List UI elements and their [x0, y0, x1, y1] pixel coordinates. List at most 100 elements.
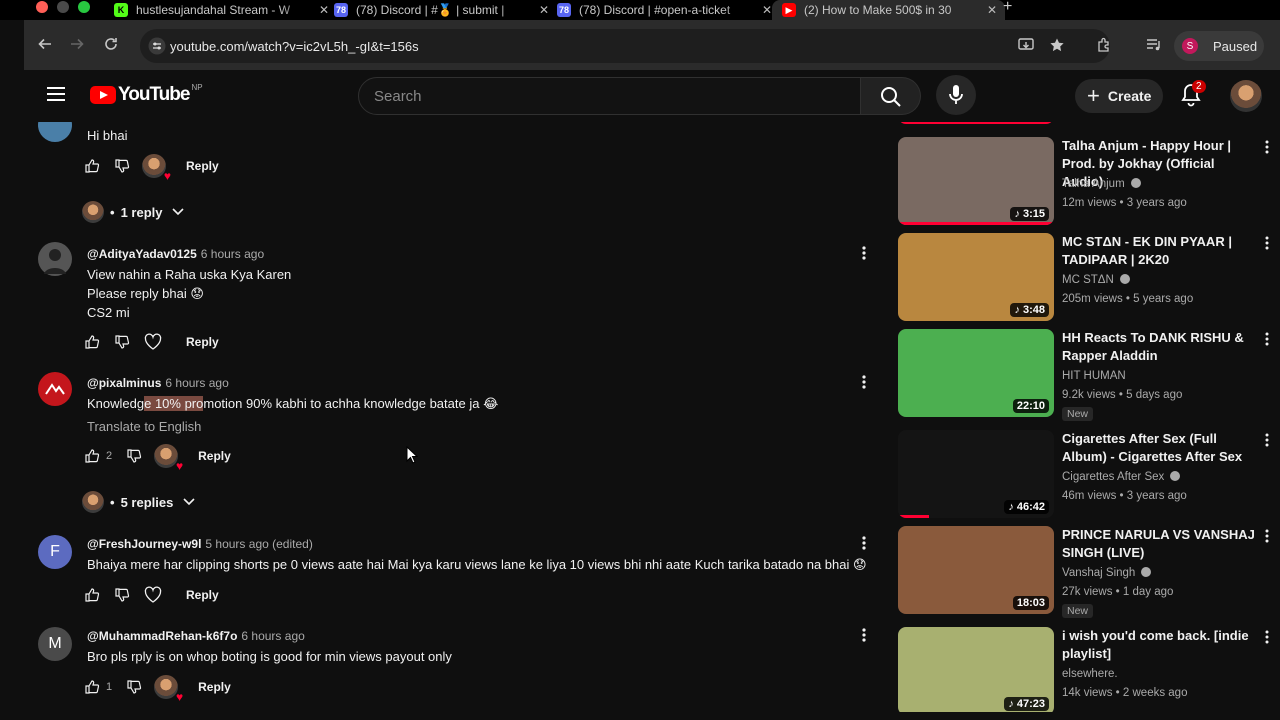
close-tab-icon[interactable]: ✕ [319, 3, 329, 17]
comment-author[interactable]: @pixalminus 6 hours ago [87, 376, 229, 390]
install-app-icon[interactable] [1018, 37, 1034, 53]
video-card[interactable]: ♪ 47:23 i wish you'd come back. [indie pl… [897, 627, 1280, 712]
video-thumbnail[interactable]: 18:03 [898, 526, 1054, 614]
channel-name[interactable]: HIT HUMAN [1062, 370, 1126, 382]
heart-icon[interactable] [144, 586, 162, 604]
voice-search-button[interactable] [936, 75, 976, 115]
browser-tab[interactable]: 78 (78) Discord | #🏅 | submit | ✕ [334, 0, 549, 20]
more-options-icon[interactable] [860, 535, 868, 551]
channel-text[interactable]: HIT HUMAN [1062, 370, 1126, 382]
translate-link[interactable]: Translate to English [87, 419, 201, 434]
reply-button[interactable]: Reply [198, 680, 231, 694]
reply-button[interactable]: Reply [186, 588, 219, 602]
video-title[interactable]: HH Reacts To DANK RISHU & Rapper Aladdin [1062, 329, 1258, 365]
author-name[interactable]: @MuhammadRehan-k6f7o [87, 629, 237, 643]
video-card[interactable]: ♪ 3:15 Talha Anjum - Happy Hour | Prod. b… [897, 137, 1280, 227]
account-avatar[interactable] [1230, 80, 1262, 112]
channel-name[interactable]: Vanshaj Singh [1062, 567, 1152, 579]
dislike-icon[interactable] [114, 334, 130, 350]
close-window-button[interactable] [36, 1, 48, 13]
commenter-avatar[interactable]: M [38, 627, 72, 661]
channel-name[interactable]: MC STΔN [1062, 274, 1130, 286]
dislike-icon[interactable] [114, 587, 130, 603]
more-options-icon[interactable] [1264, 432, 1270, 448]
channel-text[interactable]: Cigarettes After Sex [1062, 471, 1164, 483]
browser-tab[interactable]: 78 (78) Discord | #open-a-ticket ✕ [557, 0, 772, 20]
more-options-icon[interactable] [1264, 139, 1270, 155]
maximize-window-button[interactable] [78, 1, 90, 13]
reply-button[interactable]: Reply [186, 335, 219, 349]
minimize-window-button[interactable] [57, 1, 69, 13]
comment-author[interactable]: @FreshJourney-w9l 5 hours ago (edited) [87, 537, 313, 551]
create-button[interactable]: + Create [1075, 79, 1163, 113]
comment-time[interactable]: 6 hours ago [165, 376, 228, 390]
dislike-icon[interactable] [114, 158, 130, 174]
extensions-icon[interactable] [1096, 37, 1112, 53]
commenter-avatar[interactable] [38, 372, 72, 406]
like-icon[interactable] [84, 679, 100, 695]
search-button[interactable] [861, 77, 921, 115]
close-tab-icon[interactable]: ✕ [987, 3, 997, 17]
dislike-icon[interactable] [126, 679, 142, 695]
video-thumbnail[interactable]: ♪ 46:42 [898, 430, 1054, 518]
channel-text[interactable]: Talha Anjum [1062, 178, 1125, 190]
close-tab-icon[interactable]: ✕ [762, 3, 772, 17]
comment-time[interactable]: 5 hours ago (edited) [205, 537, 312, 551]
comment-author[interactable]: @AdityaYadav0125 6 hours ago [87, 247, 264, 261]
more-options-icon[interactable] [860, 245, 868, 261]
forward-icon[interactable] [70, 37, 84, 55]
heart-icon[interactable] [144, 333, 162, 351]
channel-text[interactable]: MC STΔN [1062, 274, 1114, 286]
view-replies-button[interactable]: • 5 replies [82, 490, 195, 514]
channel-name[interactable]: elsewhere. [1062, 668, 1118, 680]
dislike-icon[interactable] [126, 448, 142, 464]
video-card[interactable]: ♪ 46:42 Cigarettes After Sex (Full Album)… [897, 430, 1280, 520]
profile-button[interactable]: S Paused [1174, 31, 1264, 61]
video-thumbnail[interactable]: ♪ 3:48 [898, 233, 1054, 321]
back-icon[interactable] [38, 37, 52, 55]
browser-tab[interactable]: K hustlesujandahal Stream - W ✕ [114, 0, 329, 20]
channel-text[interactable]: Vanshaj Singh [1062, 567, 1135, 579]
more-options-icon[interactable] [860, 374, 868, 390]
bookmark-star-icon[interactable] [1049, 37, 1065, 53]
video-thumbnail[interactable]: ♪ 47:23 [898, 627, 1054, 712]
reply-button[interactable]: Reply [186, 159, 219, 173]
commenter-avatar[interactable]: F [38, 535, 72, 569]
channel-text[interactable]: elsewhere. [1062, 668, 1118, 680]
youtube-logo[interactable]: YouTube NP [90, 83, 203, 106]
notifications-button[interactable]: 2 [1180, 80, 1206, 107]
search-input[interactable]: Search [358, 77, 861, 115]
comment-author[interactable]: @MuhammadRehan-k6f7o 6 hours ago [87, 629, 305, 643]
like-icon[interactable] [84, 448, 100, 464]
video-card[interactable]: 18:03 PRINCE NARULA VS VANSHAJ SINGH (LI… [897, 526, 1280, 618]
close-tab-icon[interactable]: ✕ [539, 3, 549, 17]
video-card[interactable]: ♪ 3:48 MC STΔN - EK DIN PYAAR | TADIPAAR … [897, 233, 1280, 323]
author-name[interactable]: @pixalminus [87, 376, 161, 390]
like-icon[interactable] [84, 158, 100, 174]
browser-tab-active[interactable]: ▶ (2) How to Make 500$ in 30 ✕ [772, 0, 1006, 20]
video-thumbnail[interactable]: 22:10 [898, 329, 1054, 417]
more-options-icon[interactable] [1264, 629, 1270, 645]
reply-button[interactable]: Reply [198, 449, 231, 463]
video-thumbnail[interactable]: ♪ 3:15 [898, 137, 1054, 225]
like-icon[interactable] [84, 334, 100, 350]
video-title[interactable]: i wish you'd come back. [indie playlist] [1062, 627, 1258, 663]
video-card[interactable]: 22:10 HH Reacts To DANK RISHU & Rapper A… [897, 329, 1280, 421]
menu-icon[interactable] [47, 87, 65, 101]
author-name[interactable]: @AdityaYadav0125 [87, 247, 197, 261]
more-options-icon[interactable] [1264, 528, 1270, 544]
media-controls-icon[interactable] [1146, 37, 1162, 53]
comment-time[interactable]: 6 hours ago [241, 629, 304, 643]
channel-name[interactable]: Cigarettes After Sex [1062, 471, 1181, 483]
more-options-icon[interactable] [1264, 331, 1270, 347]
commenter-avatar[interactable] [38, 242, 72, 276]
like-icon[interactable] [84, 587, 100, 603]
more-options-icon[interactable] [1264, 235, 1270, 251]
address-bar[interactable]: youtube.com/watch?v=ic2vL5h_-gI&t=156s [140, 29, 1110, 63]
comment-time[interactable]: 6 hours ago [201, 247, 264, 261]
view-replies-button[interactable]: • 1 reply [82, 200, 185, 224]
more-options-icon[interactable] [860, 627, 868, 643]
channel-name[interactable]: Talha Anjum [1062, 178, 1141, 190]
commenter-avatar[interactable] [38, 122, 72, 142]
author-name[interactable]: @FreshJourney-w9l [87, 537, 201, 551]
